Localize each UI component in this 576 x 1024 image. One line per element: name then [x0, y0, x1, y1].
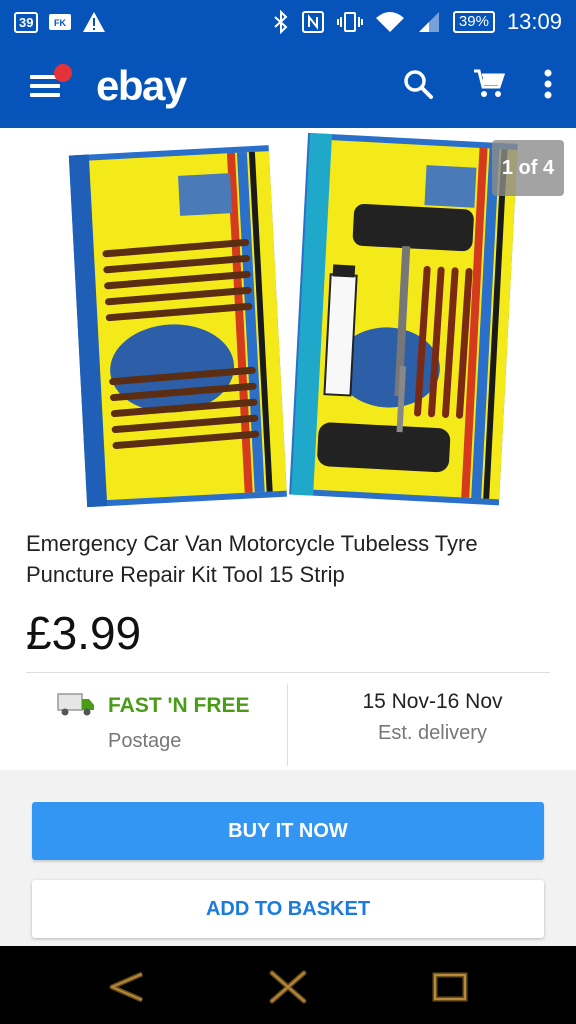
battery-icon: 39% [452, 11, 495, 33]
search-icon[interactable] [402, 68, 434, 105]
notification-dot [54, 64, 72, 82]
more-vert-icon[interactable] [544, 69, 552, 104]
app-bar: ebay [0, 44, 576, 128]
recents-icon[interactable] [430, 970, 470, 1009]
status-bar: 39 FK 39% 13:09 [0, 0, 576, 44]
home-icon[interactable] [268, 970, 308, 1009]
back-icon[interactable] [106, 970, 146, 1009]
item-info-card: Emergency Car Van Motorcycle Tubeless Ty… [0, 512, 576, 770]
action-area: BUY IT NOW ADD TO BASKET [0, 772, 576, 946]
signal-icon [417, 10, 441, 34]
notification-count-badge: 39 [14, 11, 39, 33]
postage-label: Postage [108, 730, 182, 752]
delivery-info: 15 Nov-16 Nov Est. delivery [289, 672, 576, 764]
svg-text:FK: FK [54, 18, 66, 28]
product-image [68, 132, 518, 508]
menu-button[interactable] [26, 64, 72, 106]
delivery-dates: 15 Nov-16 Nov [362, 690, 503, 713]
vertical-divider [287, 684, 288, 766]
item-title: Emergency Car Van Motorcycle Tubeless Ty… [26, 531, 478, 587]
nfc-icon [301, 10, 325, 34]
add-to-basket-button[interactable]: ADD TO BASKET [32, 880, 544, 938]
delivery-truck-icon [56, 690, 96, 723]
shipping-info: FAST 'N FREE Postage [0, 672, 288, 764]
image-counter: 1 of 4 [492, 140, 564, 196]
warning-icon [82, 11, 106, 33]
clock: 13:09 [506, 9, 562, 34]
buy-it-now-button[interactable]: BUY IT NOW [32, 802, 544, 860]
bluetooth-icon [273, 10, 289, 34]
vibrate-icon [336, 10, 363, 34]
cart-icon[interactable] [472, 68, 506, 105]
delivery-label: Est. delivery [378, 722, 487, 744]
product-image-gallery[interactable]: 1 of 4 [0, 128, 576, 512]
fast-n-free-label: FAST 'N FREE [108, 694, 250, 717]
item-price: £3.99 [26, 607, 142, 659]
system-nav-bar [0, 946, 576, 1024]
ebay-logo[interactable]: ebay [96, 62, 187, 110]
wifi-icon [375, 10, 405, 34]
fk-icon: FK [48, 12, 72, 32]
